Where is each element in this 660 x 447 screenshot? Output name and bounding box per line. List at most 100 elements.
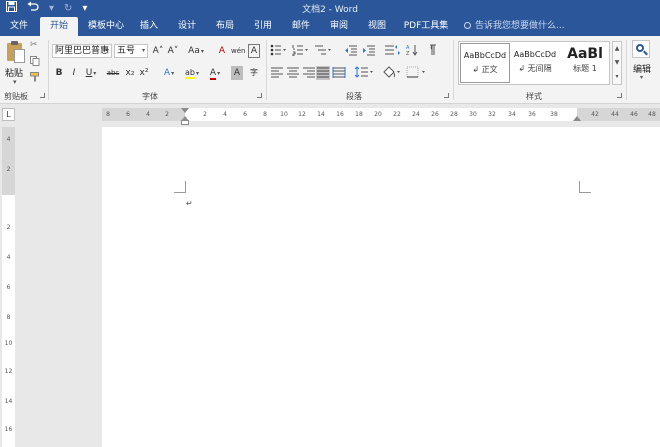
show-hide-marks-button[interactable] (424, 44, 438, 58)
grow-font-button[interactable]: A˄ (151, 44, 165, 58)
font-color-label: A (209, 68, 217, 80)
tab-insert[interactable]: 插入 (134, 17, 164, 36)
change-case-label: Aa (188, 46, 200, 56)
vertical-ruler[interactable]: 4 2 2 4 6 8 10 12 14 16 (2, 127, 15, 447)
ruler-tick: 6 (243, 111, 247, 118)
style-no-spacing[interactable]: AaBbCcDd ↲ 无间隔 (510, 43, 560, 83)
enclose-characters-button[interactable]: 字 (247, 66, 261, 80)
cut-icon[interactable]: ✂ (30, 40, 38, 50)
decrease-indent-button[interactable] (344, 44, 358, 58)
right-indent-marker[interactable] (573, 116, 581, 121)
ruler-tick: 18 (355, 111, 363, 118)
tab-design[interactable]: 设计 (172, 17, 202, 36)
style-name: ↲ 无间隔 (518, 64, 552, 73)
highlight-button[interactable]: ab▾ (182, 66, 202, 80)
ruler-tick: 2 (165, 111, 169, 118)
tab-view[interactable]: 视图 (362, 17, 392, 36)
group-separator (48, 40, 49, 100)
font-size-combo[interactable]: 五号 ▾ (114, 44, 148, 58)
tab-layout[interactable]: 布局 (210, 17, 240, 36)
underline-button[interactable]: U▾ (82, 66, 100, 80)
font-name-combo[interactable]: 阿里巴巴普惠 ▾ (52, 44, 112, 58)
font-group-label: 字体 (142, 92, 158, 101)
phonetic-guide-button[interactable]: wén (231, 44, 245, 58)
shading-button[interactable] (382, 66, 402, 80)
superscript-button[interactable]: x² (138, 66, 150, 80)
justify-button[interactable] (316, 66, 330, 80)
tell-me-search[interactable]: 告诉我您想要做什么... (464, 17, 565, 36)
italic-button[interactable]: I (68, 66, 80, 80)
font-dialog-launcher[interactable] (257, 93, 262, 98)
tab-references[interactable]: 引用 (248, 17, 278, 36)
ruler-tick: 30 (469, 111, 477, 118)
styles-group-label: 样式 (526, 92, 542, 101)
styles-dialog-launcher[interactable] (617, 93, 622, 98)
align-left-button[interactable] (270, 66, 284, 80)
paragraph-mark: ↵ (186, 199, 193, 208)
tab-home[interactable]: 开始 (40, 17, 78, 36)
paste-dropdown-icon[interactable]: ▾ (13, 78, 17, 86)
strikethrough-button[interactable]: abc (104, 66, 122, 80)
tab-review[interactable]: 审阅 (324, 17, 354, 36)
tell-me-placeholder: 告诉我您想要做什么... (475, 21, 565, 31)
multilevel-list-button[interactable] (314, 44, 332, 58)
document-page[interactable]: ↵ (102, 127, 660, 447)
text-effects-button[interactable]: A▾ (160, 66, 178, 80)
chevron-up-icon[interactable]: ▲ (613, 42, 621, 56)
align-center-button[interactable] (286, 66, 300, 80)
shrink-font-button[interactable]: A˅ (166, 44, 180, 58)
paragraph-dialog-launcher[interactable] (444, 93, 449, 98)
style-preview: AaBl (567, 46, 603, 62)
tab-file[interactable]: 文件 (2, 17, 36, 36)
style-normal[interactable]: AaBbCcDd ↲ 正文 (460, 43, 510, 83)
format-painter-icon[interactable] (30, 72, 40, 85)
numbering-button[interactable] (292, 44, 308, 58)
font-size-dropdown-icon: ▾ (141, 47, 145, 54)
chinese-layout-button[interactable] (384, 44, 402, 58)
bullets-button[interactable] (270, 44, 286, 58)
chevron-down-icon[interactable]: ▼ (613, 56, 621, 70)
window-title: 文档2 - Word (302, 5, 358, 15)
line-spacing-button[interactable] (354, 66, 374, 80)
bold-button[interactable]: B (53, 66, 65, 80)
change-case-button[interactable]: Aa▾ (186, 44, 206, 58)
distributed-button[interactable] (332, 66, 346, 80)
font-color-button[interactable]: A▾ (206, 66, 224, 80)
paste-icon[interactable] (6, 40, 26, 64)
editing-dropdown-icon[interactable]: ▾ (640, 74, 643, 81)
ruler-tick: 2 (6, 224, 11, 231)
text-effects-label: A (163, 68, 171, 78)
ruler-tick: 16 (4, 426, 13, 433)
character-shading-button[interactable]: A (231, 66, 243, 80)
borders-button[interactable] (406, 66, 428, 80)
ruler-tick: 44 (611, 111, 619, 118)
style-preview: AaBbCcDd (463, 51, 507, 60)
increase-indent-button[interactable] (362, 44, 376, 58)
clear-formatting-button[interactable]: A (216, 44, 228, 58)
tab-mailings[interactable]: 邮件 (286, 17, 316, 36)
tab-selector[interactable]: L (2, 108, 15, 121)
tab-pdf-tools[interactable]: PDF工具集 (398, 17, 454, 36)
clipboard-dialog-launcher[interactable] (40, 93, 45, 98)
ruler-tick: 4 (6, 136, 11, 143)
ruler-tick: 46 (630, 111, 638, 118)
sort-button[interactable]: AZ (406, 44, 420, 58)
ruler-tick: 36 (528, 111, 536, 118)
tab-template-center[interactable]: 模板中心 (82, 17, 130, 36)
copy-icon[interactable] (30, 56, 40, 69)
character-border-button[interactable]: A (248, 44, 260, 58)
style-heading-1[interactable]: AaBl 标题 1 (560, 43, 610, 83)
underline-label: U (85, 68, 93, 78)
style-name: ↲ 正文 (472, 65, 498, 74)
font-size-value: 五号 (117, 46, 136, 56)
search-icon[interactable] (632, 40, 650, 58)
left-indent-marker[interactable] (181, 120, 189, 125)
horizontal-ruler[interactable]: 8 6 4 2 2 4 6 8 10 12 14 16 18 20 22 24 … (102, 108, 660, 125)
align-right-button[interactable] (302, 66, 316, 80)
subscript-button[interactable]: x₂ (124, 66, 136, 80)
ruler-tick: 34 (508, 111, 516, 118)
more-styles-icon[interactable]: ▾ (613, 70, 621, 84)
highlight-label: ab (185, 68, 195, 79)
ruler-tick: 22 (393, 111, 401, 118)
ruler-tick: 6 (6, 284, 11, 291)
